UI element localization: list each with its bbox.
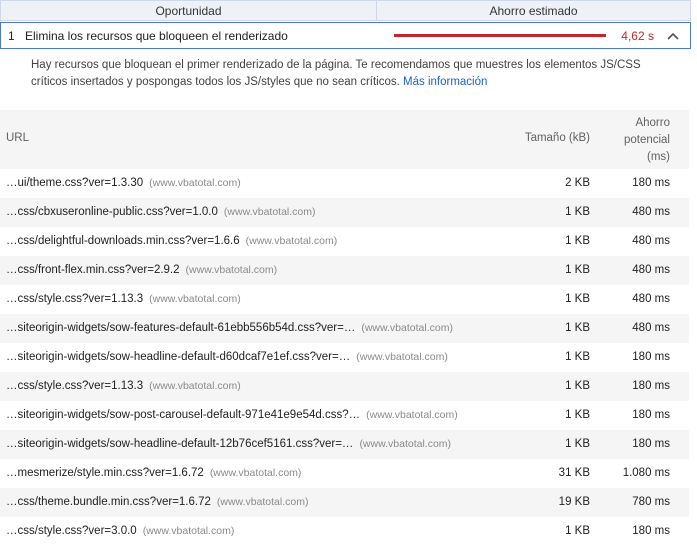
header-url: URL bbox=[6, 132, 30, 144]
resource-size: 1 KB bbox=[565, 525, 590, 537]
resource-url-cell: …siteorigin-widgets/sow-headline-default… bbox=[6, 351, 448, 363]
resource-url[interactable]: …css/style.css?ver=1.13.3 bbox=[6, 293, 143, 305]
resource-url[interactable]: …css/theme.bundle.min.css?ver=1.6.72 bbox=[6, 496, 211, 508]
header-size: Tamaño (kB) bbox=[524, 132, 590, 144]
resource-savings: 1.080 ms bbox=[622, 467, 670, 479]
resource-savings: 180 ms bbox=[632, 380, 670, 392]
resource-url[interactable]: …css/style.css?ver=3.0.0 bbox=[6, 525, 137, 537]
table-row: …css/theme.bundle.min.css?ver=1.6.72 (www… bbox=[0, 488, 689, 517]
table-header: URL Tamaño (kB) Ahorro potencial (ms) bbox=[0, 110, 689, 169]
resource-savings: 480 ms bbox=[632, 322, 670, 334]
resource-url[interactable]: …siteorigin-widgets/sow-headline-default… bbox=[6, 438, 353, 450]
resources-table: URL Tamaño (kB) Ahorro potencial (ms) …u… bbox=[0, 110, 689, 546]
table-row: …css/cbxuseronline-public.css?ver=1.0.0 (… bbox=[0, 198, 689, 227]
resource-url[interactable]: …css/style.css?ver=1.13.3 bbox=[6, 380, 143, 392]
resource-url-cell: …css/front-flex.min.css?ver=2.9.2 (www.vb… bbox=[6, 264, 277, 276]
header-savings-line3: (ms) bbox=[647, 151, 670, 163]
resource-savings: 180 ms bbox=[632, 438, 670, 450]
header-savings-line1: Ahorro bbox=[635, 117, 670, 129]
table-row: …siteorigin-widgets/sow-headline-default… bbox=[0, 430, 689, 459]
resource-savings: 180 ms bbox=[632, 177, 670, 189]
resource-url-cell: …css/style.css?ver=1.13.3 (www.vbatotal.c… bbox=[6, 380, 241, 392]
chevron-up-icon[interactable] bbox=[666, 29, 680, 43]
resource-host: (www.vbatotal.com) bbox=[216, 496, 309, 508]
table-row: …siteorigin-widgets/sow-headline-default… bbox=[0, 343, 689, 372]
opportunity-row[interactable]: 1 Elimina los recursos que bloqueen el r… bbox=[0, 22, 691, 49]
resource-url-cell: …siteorigin-widgets/sow-headline-default… bbox=[6, 438, 451, 450]
resource-size: 1 KB bbox=[565, 351, 590, 363]
resource-size: 1 KB bbox=[565, 206, 590, 218]
resource-url-cell: …css/cbxuseronline-public.css?ver=1.0.0 (… bbox=[6, 206, 316, 218]
resource-url-cell: …css/style.css?ver=1.13.3 (www.vbatotal.c… bbox=[6, 293, 241, 305]
header-savings-line2: potencial bbox=[623, 134, 670, 146]
resource-host: (www.vbatotal.com) bbox=[245, 235, 338, 247]
resource-savings: 180 ms bbox=[632, 351, 670, 363]
resource-host: (www.vbatotal.com) bbox=[361, 322, 453, 334]
resource-size: 1 KB bbox=[565, 380, 590, 392]
table-row: …ui/theme.css?ver=1.3.30 (www.vbatotal.co… bbox=[0, 169, 689, 198]
table-row: …css/front-flex.min.css?ver=2.9.2 (www.vb… bbox=[0, 256, 689, 285]
resource-host: (www.vbatotal.com) bbox=[356, 351, 448, 363]
table-row: …mesmerize/style.min.css?ver=1.6.72 (www.… bbox=[0, 459, 689, 488]
header-savings: Ahorro potencial (ms) bbox=[610, 115, 670, 166]
resource-url-cell: …css/style.css?ver=3.0.0 (www.vbatotal.co… bbox=[6, 525, 234, 537]
table-row: …siteorigin-widgets/sow-post-carousel-de… bbox=[0, 401, 689, 430]
opportunity-description: Hay recursos que bloquean el primer rend… bbox=[31, 57, 671, 91]
resource-size: 1 KB bbox=[565, 293, 590, 305]
savings-bar bbox=[394, 34, 606, 37]
resource-url-cell: …css/delightful-downloads.min.css?ver=1.… bbox=[6, 235, 337, 247]
opportunity-index: 1 bbox=[8, 28, 15, 43]
resource-host: (www.vbatotal.com) bbox=[223, 206, 316, 218]
column-header-opportunity: Oportunidad bbox=[0, 0, 376, 21]
resource-url[interactable]: …css/delightful-downloads.min.css?ver=1.… bbox=[6, 235, 240, 247]
resource-url[interactable]: …css/front-flex.min.css?ver=2.9.2 bbox=[6, 264, 180, 276]
resource-url[interactable]: …ui/theme.css?ver=1.3.30 bbox=[6, 177, 143, 189]
resource-savings: 480 ms bbox=[632, 206, 670, 218]
resource-host: (www.vbatotal.com) bbox=[149, 380, 241, 392]
resource-size: 1 KB bbox=[565, 264, 590, 276]
resource-host: (www.vbatotal.com) bbox=[142, 525, 235, 537]
resource-host: (www.vbatotal.com) bbox=[149, 293, 241, 305]
resource-url[interactable]: …siteorigin-widgets/sow-post-carousel-de… bbox=[6, 409, 360, 421]
resource-url-cell: …mesmerize/style.min.css?ver=1.6.72 (www.… bbox=[6, 467, 301, 479]
opportunity-title: Elimina los recursos que bloqueen el ren… bbox=[25, 28, 288, 43]
resource-url[interactable]: …mesmerize/style.min.css?ver=1.6.72 bbox=[6, 467, 204, 479]
table-row: …css/style.css?ver=3.0.0 (www.vbatotal.co… bbox=[0, 517, 689, 546]
table-row: …css/style.css?ver=1.13.3 (www.vbatotal.c… bbox=[0, 285, 689, 314]
table-body: …ui/theme.css?ver=1.3.30 (www.vbatotal.co… bbox=[0, 169, 689, 546]
resource-savings: 180 ms bbox=[632, 525, 670, 537]
resource-url[interactable]: …siteorigin-widgets/sow-features-default… bbox=[6, 322, 355, 334]
resource-url[interactable]: …siteorigin-widgets/sow-headline-default… bbox=[6, 351, 350, 363]
resource-url-cell: …ui/theme.css?ver=1.3.30 (www.vbatotal.co… bbox=[6, 177, 241, 189]
audit-panel: Oportunidad Ahorro estimado 1 Elimina lo… bbox=[0, 0, 697, 544]
savings-value: 4,62 s bbox=[621, 28, 654, 43]
resource-url[interactable]: …css/cbxuseronline-public.css?ver=1.0.0 bbox=[6, 206, 218, 218]
column-header-savings: Ahorro estimado bbox=[376, 0, 691, 21]
resource-host: (www.vbatotal.com) bbox=[359, 438, 452, 450]
resource-size: 31 KB bbox=[558, 467, 590, 479]
learn-more-link[interactable]: Más información bbox=[403, 76, 487, 88]
resource-host: (www.vbatotal.com) bbox=[149, 177, 241, 189]
resource-savings: 480 ms bbox=[632, 264, 670, 276]
resource-url-cell: …siteorigin-widgets/sow-post-carousel-de… bbox=[6, 409, 458, 421]
resource-size: 2 KB bbox=[565, 177, 590, 189]
resource-size: 1 KB bbox=[565, 322, 590, 334]
resource-host: (www.vbatotal.com) bbox=[185, 264, 278, 276]
table-row: …siteorigin-widgets/sow-features-default… bbox=[0, 314, 689, 343]
resource-size: 1 KB bbox=[565, 438, 590, 450]
resource-size: 19 KB bbox=[558, 496, 590, 508]
table-row: …css/delightful-downloads.min.css?ver=1.… bbox=[0, 227, 689, 256]
resource-url-cell: …css/theme.bundle.min.css?ver=1.6.72 (www… bbox=[6, 496, 308, 508]
resource-size: 1 KB bbox=[565, 235, 590, 247]
resource-savings: 780 ms bbox=[632, 496, 670, 508]
resource-savings: 480 ms bbox=[632, 293, 670, 305]
resource-url-cell: …siteorigin-widgets/sow-features-default… bbox=[6, 322, 453, 334]
resource-host: (www.vbatotal.com) bbox=[209, 467, 302, 479]
resource-savings: 480 ms bbox=[632, 235, 670, 247]
description-text: Hay recursos que bloquean el primer rend… bbox=[31, 59, 641, 88]
resource-savings: 180 ms bbox=[632, 409, 670, 421]
resource-size: 1 KB bbox=[565, 409, 590, 421]
table-row: …css/style.css?ver=1.13.3 (www.vbatotal.c… bbox=[0, 372, 689, 401]
resource-host: (www.vbatotal.com) bbox=[366, 409, 458, 421]
